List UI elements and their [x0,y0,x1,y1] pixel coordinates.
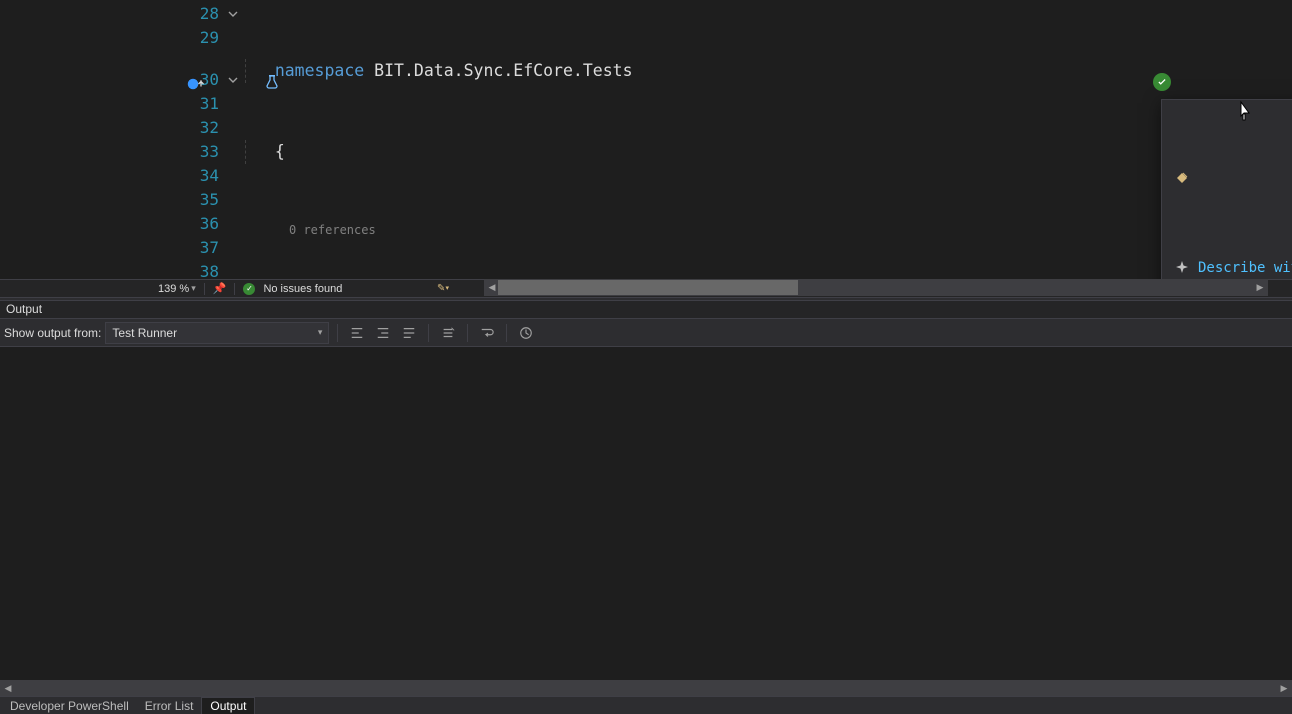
fold-toggle-icon[interactable] [225,2,241,26]
timestamp-button[interactable] [515,322,537,344]
line-number: 34 [183,164,225,188]
quick-info-badge-icon[interactable] [1153,73,1171,91]
health-ok-icon: ✓ [243,283,255,295]
indicator-margin [0,0,183,279]
scroll-right-arrow-icon[interactable]: ▶ [1252,279,1268,296]
line-number: 35 [183,188,225,212]
sparkle-icon [1174,260,1190,276]
clear-all-button[interactable] [437,322,459,344]
line-number: 33 [183,140,225,164]
pin-icon[interactable]: 📌 [213,282,227,295]
class-icon [1174,170,1190,186]
line-number: 36 [183,212,225,236]
keyword: namespace [275,61,364,80]
tab-output[interactable]: Output [201,697,255,714]
codelens-references[interactable]: 0 references [245,221,1292,239]
namespace-name: BIT [374,61,404,80]
scroll-left-arrow-icon[interactable]: ◀ [0,680,16,696]
health-text: No issues found [263,283,342,295]
code-editor: 28 29 30 31 32 33 34 35 36 37 38 namespa… [0,0,1292,297]
tooltip-copilot-label: Describe with Copilot [1198,260,1292,276]
output-source-combo[interactable]: Test Runner ▾ [105,322,329,344]
zoom-level[interactable]: 139 % ▾ [158,283,196,295]
tab-developer-powershell[interactable]: Developer PowerShell [2,698,137,714]
indent-right-button[interactable] [398,322,420,344]
line-number: 32 [183,116,225,140]
combo-value: Test Runner [112,326,177,340]
output-panel-title: Output [0,301,1292,319]
indent-middle-button[interactable] [372,322,394,344]
tab-error-list[interactable]: Error List [137,698,202,714]
chevron-down-icon: ▾ [318,327,323,338]
toggle-wrap-button[interactable] [476,322,498,344]
panel-horizontal-scrollbar[interactable]: ◀ ▶ [0,680,1292,696]
code-view: 28 29 30 31 32 33 34 35 36 37 38 namespa… [0,0,1292,279]
tooltip-definition-row[interactable]: class BIT.Data.Sync.EfCore.Tests.Infrast… [1162,140,1292,216]
line-number: 31 [183,92,225,116]
show-output-label: Show output from: [4,326,101,340]
tooltip-copilot-row[interactable]: Describe with Copilot [1162,254,1292,279]
editor-horizontal-scrollbar[interactable]: ◀ ▶ [484,279,1268,296]
chevron-down-icon[interactable]: ▾ [191,283,196,294]
line-number: 29 [183,26,225,50]
scrollbar-thumb[interactable] [498,280,798,295]
line-number: 37 [183,236,225,260]
test-status-indicator[interactable] [186,74,206,94]
bottom-tool-tabs: Developer PowerShell Error List Output [0,696,1292,714]
fold-toggle-icon[interactable] [225,68,241,92]
intellisense-tooltip: class BIT.Data.Sync.EfCore.Tests.Infrast… [1161,99,1292,279]
code-text-area[interactable]: namespace BIT.Data.Sync.EfCore.Tests { 0… [245,0,1292,279]
brace: { [275,142,285,161]
scroll-right-arrow-icon[interactable]: ▶ [1276,680,1292,696]
zoom-value: 139 % [158,283,189,295]
codelens-gap [183,50,225,68]
edit-pencil-icon[interactable]: ✎▾ [436,281,450,295]
output-toolbar: Show output from: Test Runner ▾ [0,319,1292,347]
output-text-area[interactable] [0,347,1292,680]
indent-left-button[interactable] [346,322,368,344]
line-number-gutter: 28 29 30 31 32 33 34 35 36 37 38 [183,0,225,279]
folding-column [225,0,245,279]
line-number: 28 [183,2,225,26]
